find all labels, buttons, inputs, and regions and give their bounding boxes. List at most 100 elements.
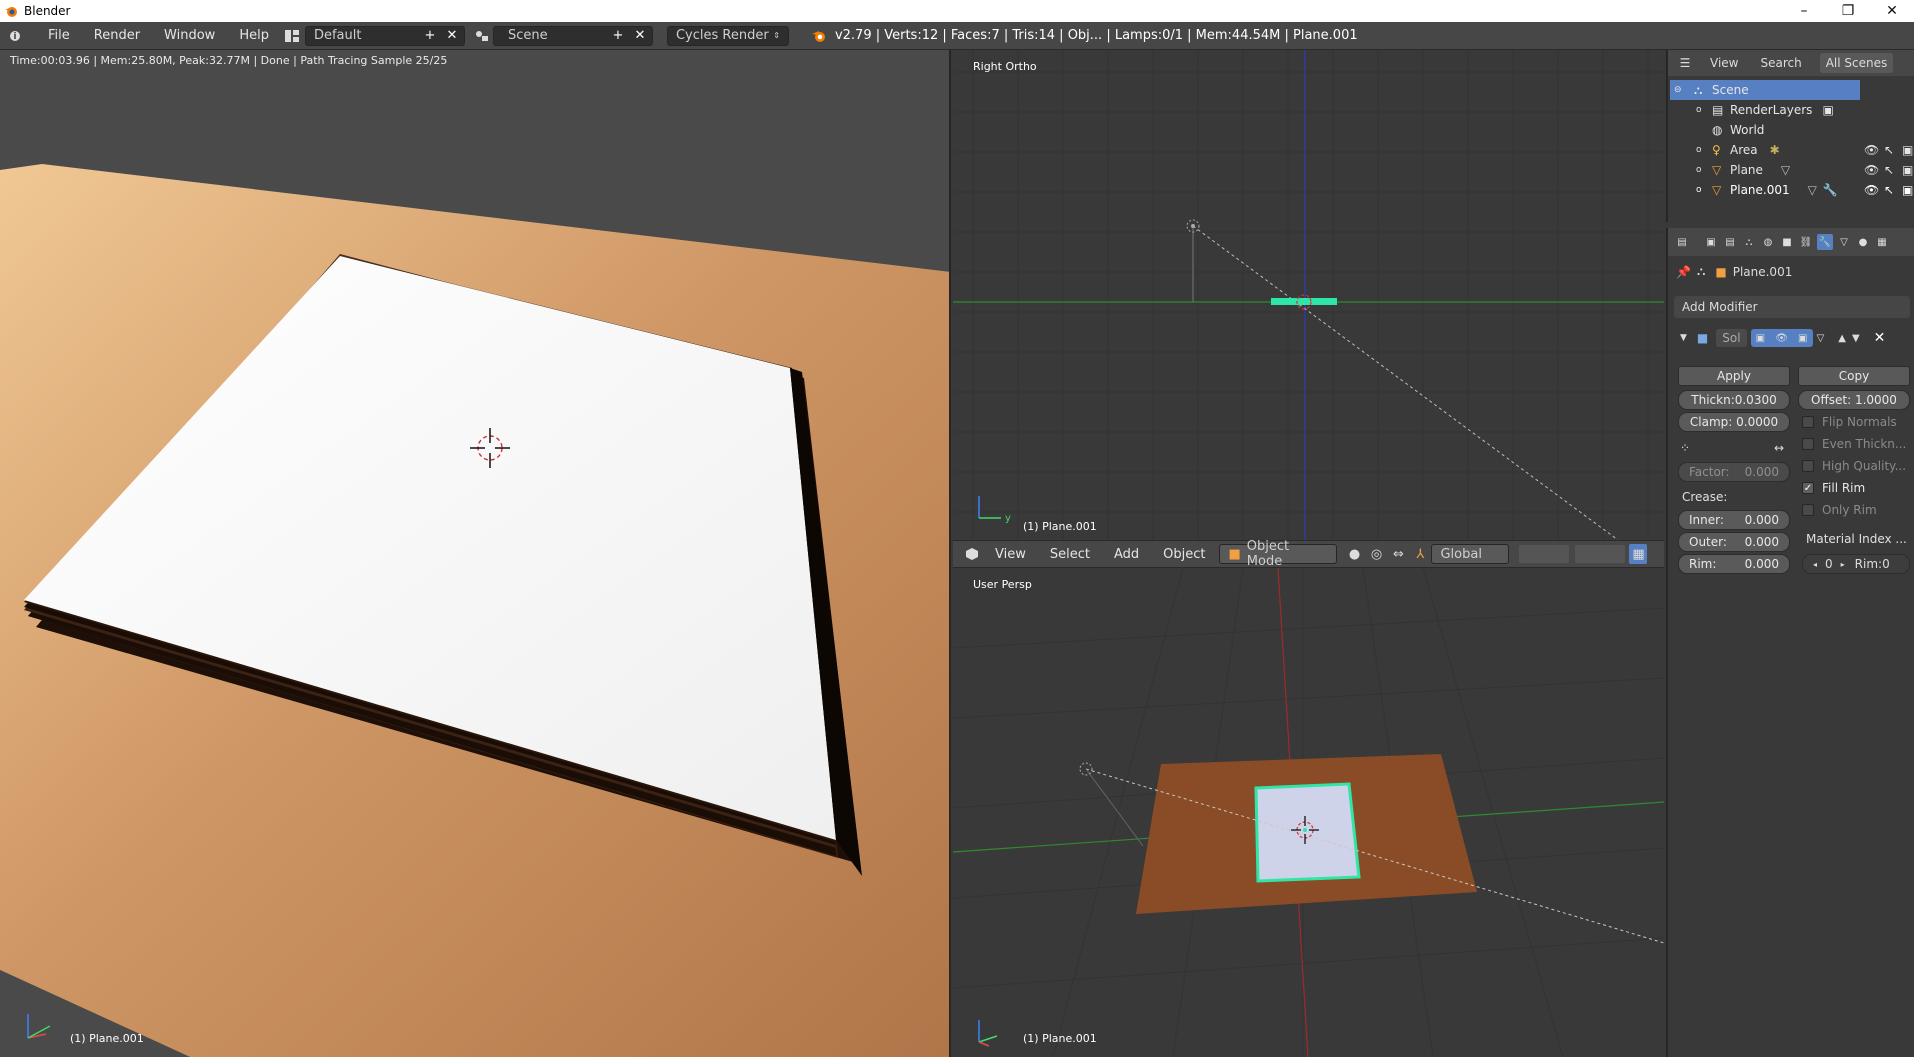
menu-render[interactable]: Render: [82, 28, 152, 43]
collapse-triangle-icon[interactable]: ▼: [1680, 333, 1687, 343]
collapse-icon[interactable]: ⊖: [1674, 85, 1688, 95]
editor-type-icon[interactable]: [961, 544, 983, 564]
outliner-display-selector[interactable]: All Scenes: [1819, 53, 1894, 73]
object-tab-icon[interactable]: ■: [1779, 234, 1795, 250]
maximize-button[interactable]: ❐: [1826, 0, 1870, 22]
outliner-item-scene[interactable]: ⊖ ⛬ Scene: [1670, 80, 1860, 100]
expand-icon[interactable]: o: [1696, 105, 1706, 115]
properties-editor-icon[interactable]: ▤: [1674, 234, 1690, 250]
manipulator-icon[interactable]: ⇔: [1387, 544, 1409, 564]
outliner-item-renderlayers[interactable]: o ▤ RenderLayers ▣: [1668, 100, 1914, 120]
ortho-viewport[interactable]: y Right Ortho (1) Plane.001: [953, 50, 1664, 540]
minimize-button[interactable]: –: [1782, 0, 1826, 22]
visibility-eye-icon[interactable]: 👁: [1864, 143, 1879, 157]
rim-material-field[interactable]: Rim:0: [1855, 557, 1890, 571]
mode-selector[interactable]: ■ Object Mode: [1219, 539, 1338, 569]
texture-tab-icon[interactable]: ▦: [1874, 234, 1890, 250]
layer-buttons[interactable]: [1519, 545, 1570, 563]
menu-file[interactable]: File: [36, 28, 82, 43]
view-menu[interactable]: View: [983, 547, 1038, 562]
checkbox-box[interactable]: [1802, 416, 1814, 428]
add-layout-icon[interactable]: +: [419, 26, 441, 46]
thickness-field[interactable]: Thickn:0.0300: [1678, 390, 1790, 410]
perspective-viewport[interactable]: User Persp (1) Plane.001: [953, 568, 1664, 1057]
outliner-item-world[interactable]: ◍ World: [1668, 120, 1914, 140]
even-thickness-checkbox[interactable]: Even Thickn...: [1802, 434, 1906, 454]
lock-layers-icon[interactable]: ▦: [1629, 544, 1648, 564]
add-modifier-dropdown[interactable]: Add Modifier: [1674, 296, 1910, 318]
shading-icon[interactable]: ●: [1343, 544, 1365, 564]
modifier-name-field[interactable]: Sol: [1716, 329, 1747, 347]
add-scene-icon[interactable]: +: [607, 26, 629, 46]
checkbox-box[interactable]: [1802, 438, 1814, 450]
orientation-selector[interactable]: Global: [1431, 544, 1510, 564]
copy-button[interactable]: Copy: [1798, 366, 1910, 386]
apply-button[interactable]: Apply: [1678, 366, 1790, 386]
vertex-group-field[interactable]: ⁘ ↔: [1680, 438, 1790, 458]
render-toggle-icon[interactable]: ▣: [1798, 333, 1807, 344]
material-index-fields[interactable]: ◂ 0 ▸ Rim:0: [1802, 554, 1910, 574]
world-tab-icon[interactable]: ◍: [1760, 234, 1776, 250]
modifier-display-toggles[interactable]: ▣ 👁 ▣: [1750, 329, 1813, 347]
visibility-eye-icon[interactable]: 👁: [1864, 183, 1879, 197]
pivot-icon[interactable]: ◎: [1365, 544, 1387, 564]
object-menu[interactable]: Object: [1151, 547, 1217, 562]
scene-tab-icon[interactable]: ⛬: [1741, 234, 1757, 250]
inner-crease-field[interactable]: Inner: 0.000: [1678, 510, 1790, 530]
checkbox-checked-icon[interactable]: ✓: [1802, 482, 1814, 494]
select-menu[interactable]: Select: [1038, 547, 1102, 562]
cage-toggle-icon[interactable]: ▽: [1817, 333, 1825, 344]
remove-scene-icon[interactable]: ✕: [629, 26, 651, 46]
material-tab-icon[interactable]: ●: [1855, 234, 1871, 250]
decrement-arrow-icon[interactable]: ◂: [1813, 560, 1817, 569]
expand-icon[interactable]: o: [1696, 145, 1706, 155]
render-engine-selector[interactable]: Cycles Render ⇕: [666, 25, 789, 46]
selectable-cursor-icon[interactable]: ↖: [1884, 183, 1894, 197]
menu-help[interactable]: Help: [227, 28, 281, 43]
high-quality-normals-checkbox[interactable]: High Quality...: [1802, 456, 1906, 476]
outliner-item-plane-001[interactable]: o ▽ Plane.001 ▽ 🔧 👁 ↖ ▣: [1668, 180, 1914, 200]
add-menu[interactable]: Add: [1102, 547, 1151, 562]
move-up-icon[interactable]: ▲: [1838, 333, 1846, 344]
rendered-viewport[interactable]: Time:00:03.96 | Mem:25.80M, Peak:32.77M …: [0, 50, 951, 1057]
outliner-item-area[interactable]: o ♀ Area ✱ 👁 ↖ ▣: [1668, 140, 1914, 160]
factor-field[interactable]: Factor: 0.000: [1678, 462, 1790, 482]
modifiers-tab-icon[interactable]: 🔧: [1817, 234, 1833, 250]
outliner-tab-search[interactable]: Search: [1760, 56, 1801, 70]
menu-window[interactable]: Window: [152, 28, 227, 43]
outer-crease-field[interactable]: Outer: 0.000: [1678, 532, 1790, 552]
layers-tab-icon[interactable]: ▤: [1722, 234, 1738, 250]
remove-modifier-icon[interactable]: ✕: [1874, 330, 1886, 346]
layer-buttons-2[interactable]: [1575, 545, 1626, 563]
remove-layout-icon[interactable]: ✕: [441, 26, 463, 46]
scene-icon[interactable]: [471, 26, 493, 46]
render-camera-icon[interactable]: ▣: [1902, 183, 1913, 197]
clamp-field[interactable]: Clamp: 0.0000: [1678, 412, 1790, 432]
render-camera-icon[interactable]: ▣: [1902, 163, 1913, 177]
data-tab-icon[interactable]: ▽: [1836, 234, 1852, 250]
move-down-icon[interactable]: ▼: [1852, 333, 1860, 344]
renderlayer-toggle-icon[interactable]: ▣: [1822, 103, 1833, 117]
editmode-toggle-icon[interactable]: ▣: [1756, 333, 1765, 344]
checkbox-box[interactable]: [1802, 460, 1814, 472]
flip-normals-checkbox[interactable]: Flip Normals: [1802, 412, 1897, 432]
invert-arrows-icon[interactable]: ↔: [1774, 441, 1784, 455]
expand-icon[interactable]: o: [1696, 185, 1706, 195]
increment-arrow-icon[interactable]: ▸: [1841, 560, 1845, 569]
close-window-button[interactable]: ✕: [1870, 0, 1914, 22]
checkbox-box[interactable]: [1802, 504, 1814, 516]
pin-icon[interactable]: 📌: [1676, 265, 1691, 279]
screen-layout-icon[interactable]: [281, 26, 303, 46]
info-editor-icon[interactable]: [6, 26, 28, 46]
expand-icon[interactable]: o: [1696, 165, 1706, 175]
visibility-eye-icon[interactable]: 👁: [1864, 163, 1879, 177]
only-rim-checkbox[interactable]: Only Rim: [1802, 500, 1877, 520]
offset-field[interactable]: Offset: 1.0000: [1798, 390, 1910, 410]
render-tab-icon[interactable]: ▣: [1703, 234, 1719, 250]
constraints-tab-icon[interactable]: ⛓: [1798, 234, 1814, 250]
render-camera-icon[interactable]: ▣: [1902, 143, 1913, 157]
selectable-cursor-icon[interactable]: ↖: [1884, 143, 1894, 157]
fill-rim-checkbox[interactable]: ✓ Fill Rim: [1802, 478, 1865, 498]
material-index-value[interactable]: 0: [1825, 557, 1833, 571]
viewport-eye-icon[interactable]: 👁: [1775, 333, 1788, 344]
